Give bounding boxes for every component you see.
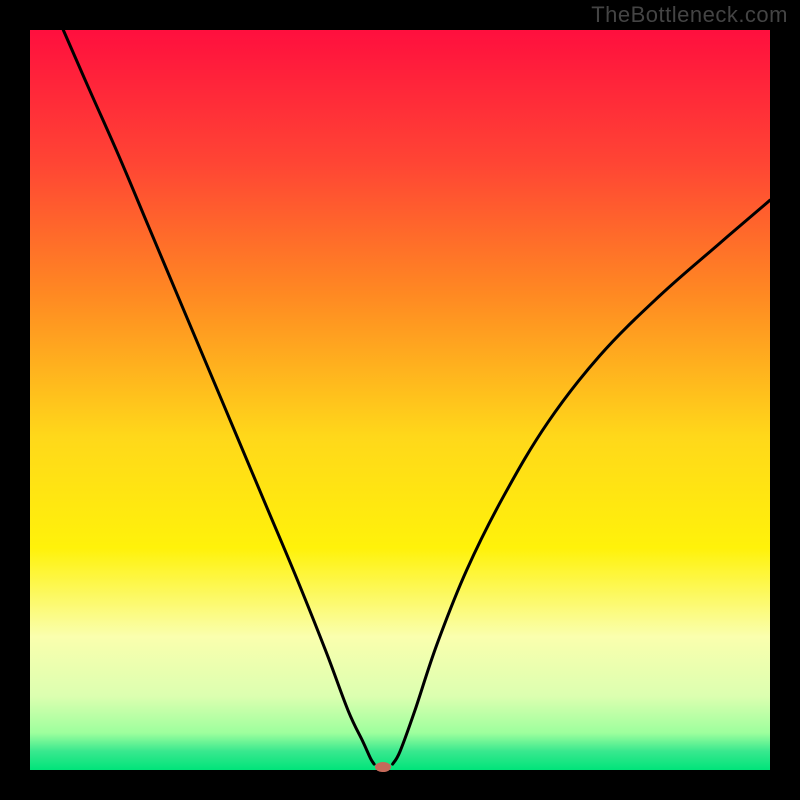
chart-frame: TheBottleneck.com bbox=[0, 0, 800, 800]
bottleneck-point bbox=[375, 762, 391, 772]
bottleneck-chart bbox=[0, 0, 800, 800]
plot-background bbox=[30, 30, 770, 770]
